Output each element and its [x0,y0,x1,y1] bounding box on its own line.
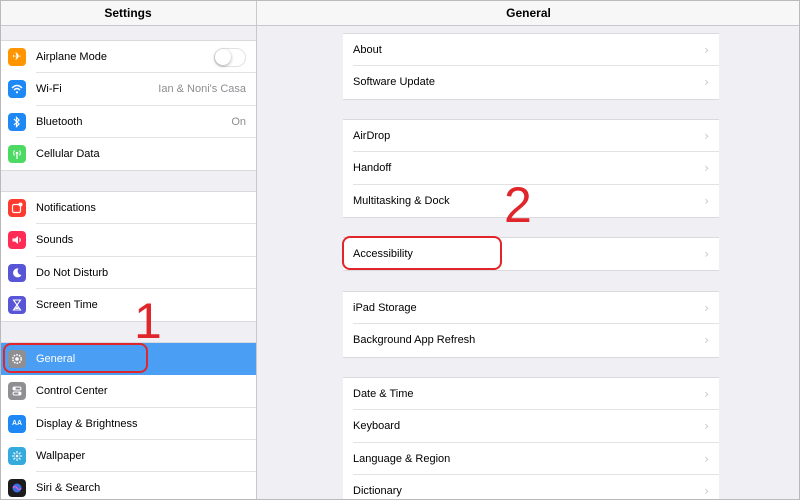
airplane-mode-toggle[interactable] [214,47,246,67]
bluetooth-status-value: On [231,115,246,128]
sidebar-item-label: Wi-Fi [36,83,62,96]
general-item-accessibility[interactable]: Accessibility › [343,238,719,270]
chevron-right-icon: › [704,333,709,348]
general-item-about[interactable]: About › [343,34,719,67]
general-item-label: Software Update [353,76,435,89]
sidebar-item-label: Notifications [36,202,96,215]
notifications-icon [8,199,26,218]
airplane-icon: ✈ [8,48,26,67]
sidebar-item-label: Control Center [36,385,108,398]
chevron-right-icon: › [704,161,709,176]
wifi-network-value: Ian & Noni's Casa [158,83,246,96]
wifi-icon [8,80,26,99]
sidebar-item-label: Siri & Search [36,482,101,495]
sidebar-item-bluetooth[interactable]: Bluetooth On [0,106,256,139]
general-item-keyboard[interactable]: Keyboard › [343,410,719,443]
sidebar-item-wallpaper[interactable]: Wallpaper [0,440,256,473]
general-item-software-update[interactable]: Software Update › [343,66,719,98]
sidebar-item-do-not-disturb[interactable]: Do Not Disturb [0,257,256,290]
general-group-locale: Date & Time › Keyboard › Language & Region… [343,377,719,500]
sidebar-item-notifications[interactable]: Notifications [0,192,256,225]
general-item-label: Date & Time [353,388,414,401]
general-item-airdrop[interactable]: AirDrop › [343,120,719,153]
sounds-icon [8,231,26,250]
chevron-right-icon: › [704,419,709,434]
wallpaper-icon [8,447,26,466]
general-item-label: Handoff [353,162,392,175]
siri-icon [8,479,26,498]
step-1-label: 1 [134,293,162,349]
general-item-label: Accessibility [353,248,413,261]
general-item-label: Dictionary [353,485,402,498]
sidebar-item-label: Cellular Data [36,148,100,161]
sidebar-item-label: Sounds [36,234,74,247]
general-item-background-app-refresh[interactable]: Background App Refresh › [343,324,719,356]
general-pane: General About › Software Update › AirDrop ›… [257,0,800,500]
cellular-icon [8,145,26,164]
sidebar-group-system: General Control Center AA Display & Brig… [0,342,256,500]
sidebar-group-connectivity: ✈ Airplane Mode Wi-Fi Ian & Noni's Casa … [0,40,256,172]
chevron-right-icon: › [704,301,709,316]
sidebar-item-label: Display & Brightness [36,417,138,430]
sidebar-item-label: Screen Time [36,299,98,312]
general-item-dictionary[interactable]: Dictionary › [343,475,719,500]
general-group-storage: iPad Storage › Background App Refresh › [343,291,719,358]
sidebar-item-wifi[interactable]: Wi-Fi Ian & Noni's Casa [0,73,256,106]
chevron-right-icon: › [704,129,709,144]
general-item-label: Multitasking & Dock [353,194,450,207]
sidebar-item-cellular-data[interactable]: Cellular Data [0,138,256,170]
bluetooth-icon [8,112,26,131]
control-center-icon [8,382,26,401]
general-item-label: iPad Storage [353,302,417,315]
sidebar-item-sounds[interactable]: Sounds [0,224,256,257]
general-item-label: AirDrop [353,130,391,143]
gear-icon [8,350,26,369]
general-item-ipad-storage[interactable]: iPad Storage › [343,292,719,325]
sidebar-item-label: Airplane Mode [36,51,107,64]
general-group-info: About › Software Update › [343,33,719,100]
general-item-label: Keyboard [353,420,401,433]
chevron-right-icon: › [704,451,709,466]
page-title: General [257,0,800,26]
chevron-right-icon: › [704,193,709,208]
sidebar-title: Settings [0,0,256,26]
sidebar-item-airplane-mode[interactable]: ✈ Airplane Mode [0,41,256,74]
general-item-label: Language & Region [353,452,451,465]
sidebar-item-display-brightness[interactable]: AA Display & Brightness [0,408,256,441]
chevron-right-icon: › [704,484,709,499]
chevron-right-icon: › [704,43,709,58]
sidebar-item-screen-time[interactable]: Screen Time [0,289,256,321]
general-group-accessibility: Accessibility › [343,237,719,272]
settings-sidebar: Settings ✈ Airplane Mode Wi-Fi Ian & Non… [0,0,257,500]
moon-icon [8,263,26,282]
general-item-label: Background App Refresh [353,334,476,347]
sidebar-item-label: Bluetooth [36,115,83,128]
general-item-date-time[interactable]: Date & Time › [343,378,719,411]
sidebar-item-control-center[interactable]: Control Center [0,375,256,408]
step-2-label: 2 [504,177,532,233]
sidebar-item-siri-search[interactable]: Siri & Search [0,472,256,500]
sidebar-item-general[interactable]: General [0,343,256,376]
general-item-label: About [353,44,382,57]
toggle-knob [215,48,231,65]
sidebar-item-label: Do Not Disturb [36,266,109,279]
chevron-right-icon: › [704,75,709,90]
display-icon: AA [8,414,26,433]
chevron-right-icon: › [704,387,709,402]
sidebar-group-notifications: Notifications Sounds Do Not Disturb Scre… [0,191,256,323]
general-item-language-region[interactable]: Language & Region › [343,443,719,476]
hourglass-icon [8,296,26,315]
sidebar-item-label: General [36,353,76,366]
chevron-right-icon: › [704,247,709,262]
sidebar-item-label: Wallpaper [36,450,86,463]
